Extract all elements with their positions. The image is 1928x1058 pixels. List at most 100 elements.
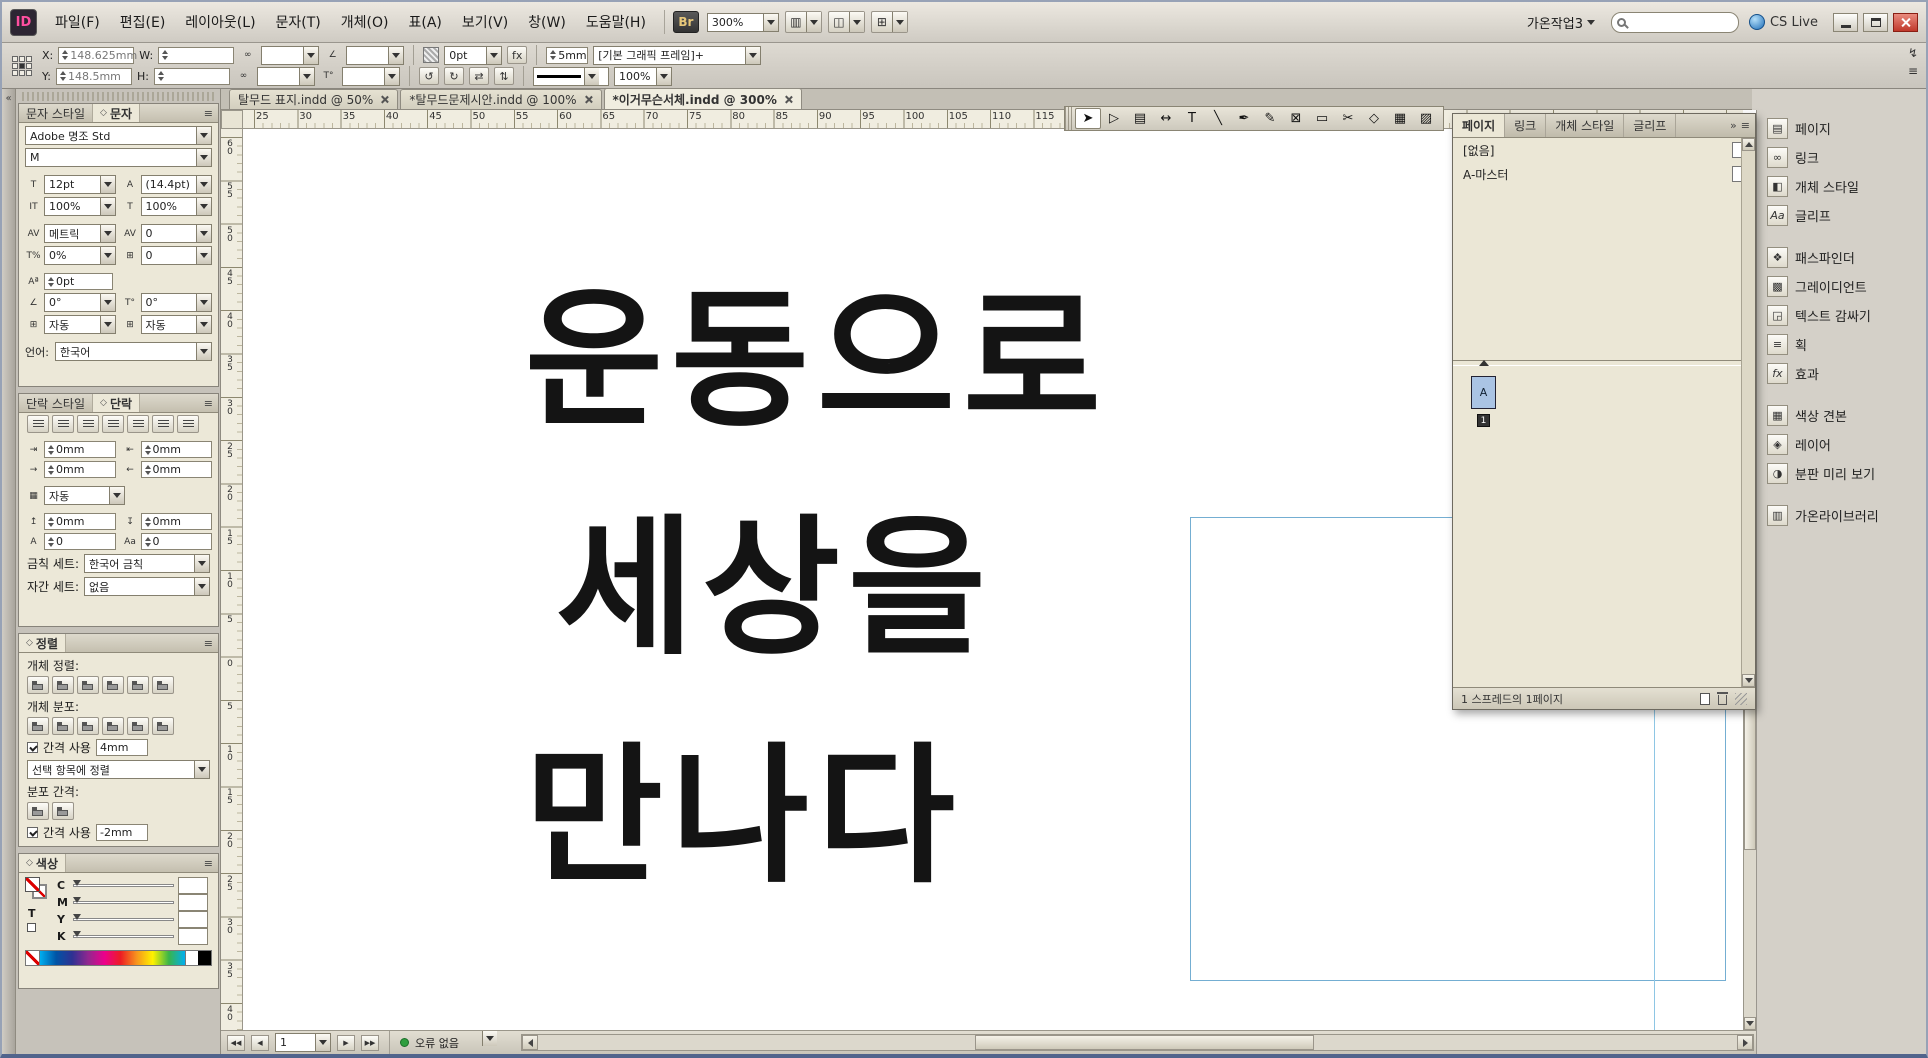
distribute-hspace-button[interactable] (52, 802, 74, 820)
dock-item-stroke[interactable]: ≡ 획 (1761, 331, 1922, 357)
panel-menu-icon[interactable]: ≡ (204, 857, 213, 870)
vertical-ruler[interactable]: 605550454035302520151050510152025303540 (221, 129, 243, 1030)
align-bottom-edges-button[interactable] (152, 676, 174, 694)
stroke-weight-combo[interactable]: 0pt (444, 46, 502, 65)
scroll-left-button[interactable] (522, 1035, 538, 1050)
justify-all-button[interactable] (177, 415, 199, 433)
close-button[interactable] (1893, 13, 1918, 32)
dock-item-pages[interactable]: ▤ 페이지 (1761, 115, 1922, 141)
object-style-combo[interactable]: [기본 그래픽 프레임]+ (593, 46, 761, 65)
menu-file[interactable]: 파일(F) (45, 7, 110, 37)
fill-stroke-proxy[interactable]: T (25, 877, 51, 943)
channel-value-field[interactable] (178, 877, 208, 894)
align-vertical-centers-button[interactable] (127, 676, 149, 694)
black-swatch[interactable] (198, 951, 211, 965)
rectangle-frame-tool[interactable]: ⊠ (1283, 108, 1309, 129)
pages-panel-tab[interactable]: 페이지 (1453, 114, 1505, 137)
flip-horizontal-button[interactable]: ⇄ (469, 67, 489, 85)
restore-button[interactable] (1863, 13, 1888, 32)
free-transform-tool[interactable]: ◇ (1361, 108, 1387, 129)
align-to-combo[interactable]: 선택 항목에 정렬 (27, 760, 210, 779)
view-options-button[interactable]: ▥ (785, 11, 822, 33)
tab-align[interactable]: ◇정렬 (19, 634, 66, 652)
font-family-combo[interactable]: Adobe 명조 Std (25, 126, 212, 145)
minimize-button[interactable] (1833, 13, 1858, 32)
opacity-combo[interactable]: 100% (614, 67, 672, 86)
dock-item-layers[interactable]: ◈ 레이어 (1761, 431, 1922, 457)
leading-combo[interactable]: (14.4pt) (141, 175, 213, 194)
dock-item-gradient[interactable]: ▩ 그레이디언트 (1761, 273, 1922, 299)
width-field[interactable] (158, 47, 234, 64)
grid-alignment-combo[interactable]: 자동 (141, 315, 213, 334)
dock-item-separations[interactable]: ◑ 분판 미리 보기 (1761, 460, 1922, 486)
rotate-cw-button[interactable]: ↻ (444, 67, 464, 85)
horizontal-scroll-thumb[interactable] (975, 1035, 1314, 1050)
menu-table[interactable]: 표(A) (399, 7, 452, 37)
chevron-down-icon[interactable] (806, 12, 821, 32)
gradient-feather-tool[interactable]: ▨ (1413, 108, 1439, 129)
dock-item-effects[interactable]: fx 효과 (1761, 360, 1922, 386)
tracking-combo[interactable]: 0 (141, 224, 213, 243)
menu-edit[interactable]: 편집(E) (110, 7, 176, 37)
pages-panel-tab[interactable]: 개체 스타일 (1546, 114, 1624, 137)
delete-page-icon[interactable] (1718, 695, 1727, 705)
align-left-edges-button[interactable] (27, 676, 49, 694)
dropcap-chars-field[interactable]: 0 (141, 533, 213, 550)
doc-tab-1[interactable]: 탈무드 표지.indd @ 50% (229, 89, 398, 109)
screen-mode-button[interactable]: ◫ (828, 11, 865, 33)
distribute-vspace-button[interactable] (27, 802, 49, 820)
constrain-proportions-icon[interactable]: ∞ (239, 50, 256, 60)
panel-resize-grip[interactable] (1735, 693, 1747, 705)
spacing-field[interactable]: 4mm (96, 739, 148, 756)
distribute-vcenter-button[interactable] (52, 717, 74, 735)
search-box[interactable] (1611, 12, 1739, 33)
scroll-down-button[interactable] (1744, 1017, 1756, 1030)
x-position-field[interactable]: 148.625mm (58, 47, 134, 64)
first-page-button[interactable]: ◀◀ (227, 1035, 245, 1051)
scroll-right-button[interactable] (1737, 1035, 1753, 1050)
align-top-edges-button[interactable] (102, 676, 124, 694)
reference-point-proxy[interactable] (12, 56, 32, 76)
panel-menu-icon[interactable]: ≡ (204, 107, 213, 120)
align-horizontal-centers-button[interactable] (52, 676, 74, 694)
menu-layout[interactable]: 레이아웃(L) (175, 7, 265, 37)
vertical-scale-combo[interactable]: 100% (44, 197, 116, 216)
tab-color[interactable]: ◇색상 (19, 854, 66, 872)
last-line-indent-field[interactable]: 0mm (141, 461, 213, 478)
stroke-color-icon[interactable] (423, 47, 439, 63)
panel-menu-icon[interactable]: ≡ (1908, 64, 1918, 78)
type-tool[interactable]: T (1179, 108, 1205, 129)
proportional-spacing-combo[interactable]: 0% (44, 246, 116, 265)
channel-slider[interactable] (73, 901, 174, 904)
align-right-button[interactable] (77, 415, 99, 433)
mojikumi-combo[interactable]: 없음 (84, 577, 210, 596)
flip-vertical-button[interactable]: ⇅ (494, 67, 514, 85)
justify-center-button[interactable] (127, 415, 149, 433)
fill-swatch[interactable] (25, 877, 40, 892)
doc-tab-3[interactable]: *이거무슨서체.indd @ 300% (604, 88, 802, 109)
spectrum[interactable] (40, 951, 185, 965)
panel-menu-icon[interactable]: ≡ (1741, 119, 1750, 132)
font-size-combo[interactable]: 12pt (44, 175, 116, 194)
menu-window[interactable]: 창(W) (518, 7, 576, 37)
use-spacing2-checkbox[interactable] (27, 827, 38, 838)
chevron-down-icon[interactable] (849, 12, 864, 32)
kerning-combo[interactable]: 메트릭 (44, 224, 116, 243)
tab-paragraph-styles[interactable]: 단락 스타일 (19, 394, 93, 412)
horizontal-scale-combo[interactable]: 100% (141, 197, 213, 216)
pages-scrollbar[interactable] (1741, 138, 1755, 687)
justify-right-button[interactable] (152, 415, 174, 433)
skew-combo[interactable]: 0° (141, 293, 213, 312)
justify-left-button[interactable] (102, 415, 124, 433)
preflight-menu-arrow[interactable] (482, 1031, 497, 1046)
page-thumbnail[interactable]: A (1471, 376, 1496, 409)
rotation-combo[interactable] (346, 46, 404, 65)
dock-item-links[interactable]: ∞ 링크 (1761, 144, 1922, 170)
menu-type[interactable]: 문자(T) (266, 7, 331, 37)
page-number-combo[interactable]: 1 (275, 1033, 331, 1052)
space-before-field[interactable]: 0mm (44, 513, 116, 530)
baseline-shift-field[interactable]: 0pt (44, 273, 113, 290)
collapse-dock-strip[interactable]: « (2, 89, 16, 1054)
left-indent-field[interactable]: 0mm (44, 441, 116, 458)
corner-radius-field[interactable]: 5mm (546, 47, 588, 64)
